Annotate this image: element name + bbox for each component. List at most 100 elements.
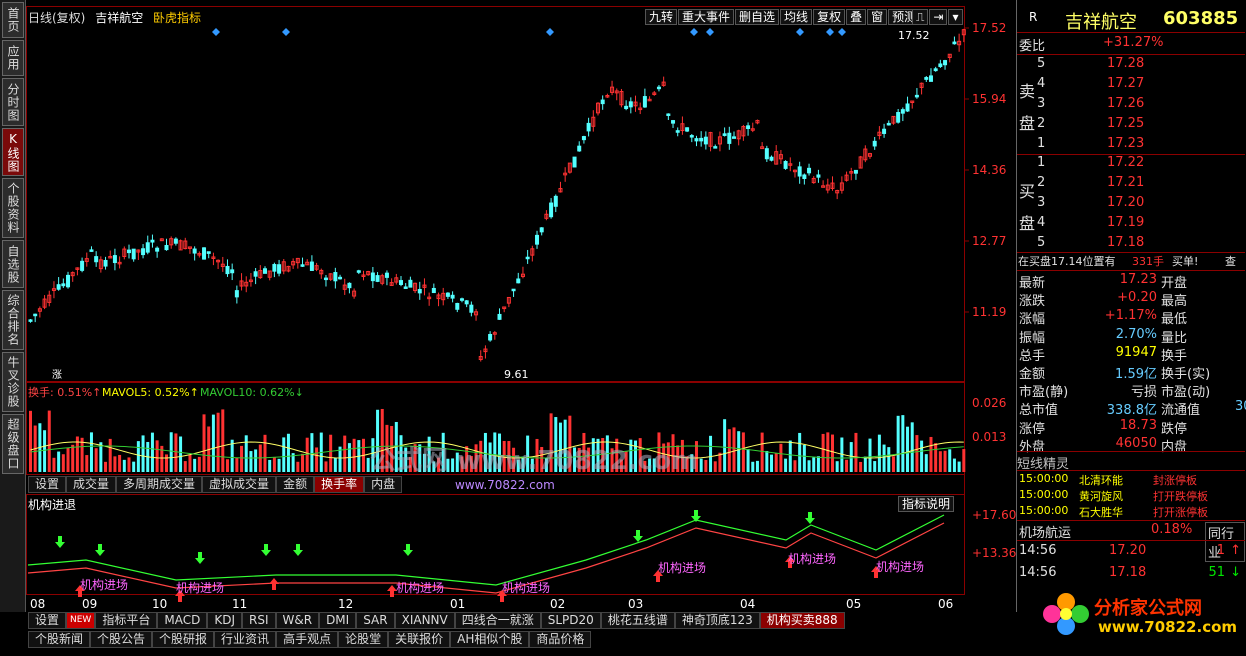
- candle-body: [33, 313, 38, 317]
- tabs3-item-4[interactable]: 高手观点: [276, 631, 339, 648]
- nav-item-0[interactable]: 首页: [2, 2, 24, 38]
- sell-row[interactable]: 1 17.23: [1017, 136, 1245, 154]
- sell-row[interactable]: 2 17.25: [1017, 116, 1245, 134]
- tabs1-item-0[interactable]: 设置: [28, 476, 67, 493]
- quote-row: 最新 17.23 开盘: [1017, 272, 1245, 291]
- nav-item-1[interactable]: 应用: [2, 40, 24, 76]
- short-row[interactable]: 15:00:00 黄河旋风 打开跌停板: [1017, 488, 1245, 504]
- tabs2-item-10[interactable]: SLPD20: [540, 612, 601, 629]
- tabs2-item-8[interactable]: XIANNV: [394, 612, 455, 629]
- tabs3-item-3[interactable]: 行业资讯: [214, 631, 277, 648]
- tabs2-item-7[interactable]: SAR: [356, 612, 395, 629]
- tabs2-item-12[interactable]: 神奇顶底123: [674, 612, 760, 629]
- quote-right-label: 最高: [1161, 294, 1188, 310]
- nav-item-3[interactable]: K线图: [2, 128, 24, 176]
- x-axis-month: 12: [338, 597, 353, 611]
- tabs2-item-0[interactable]: 设置: [28, 612, 67, 629]
- nav-item-7[interactable]: 牛叉诊股: [2, 352, 24, 412]
- jigou-axis-label: +17.60: [972, 508, 1016, 522]
- buy-row[interactable]: 2 17.21: [1017, 175, 1245, 193]
- info-tabs: 个股新闻 个股公告 个股研报 行业资讯 高手观点 论股堂 关联报价 AH相似个股 商品价格: [28, 631, 592, 648]
- tabs3-item-5[interactable]: 论股堂: [338, 631, 389, 648]
- volume-bar: [882, 444, 886, 472]
- volume-bar: [57, 451, 61, 472]
- buy-price: 17.18: [1107, 235, 1145, 250]
- short-name: 石大胜华: [1079, 506, 1123, 519]
- tabs1-item-6[interactable]: 内盘: [364, 476, 403, 493]
- buy-row[interactable]: 5 17.18: [1017, 235, 1245, 253]
- sell-row[interactable]: 5 17.28: [1017, 56, 1245, 74]
- nav-item-8[interactable]: 超级盘口: [2, 414, 24, 474]
- tabs2-item-6[interactable]: DMI: [319, 612, 357, 629]
- volume-bar: [868, 438, 872, 472]
- candle-body: [764, 148, 769, 160]
- tabs3-item-8[interactable]: 商品价格: [529, 631, 592, 648]
- tabs2-item-13[interactable]: 机构买卖888: [759, 612, 845, 629]
- tabs1-item-5[interactable]: 换手率: [314, 476, 365, 493]
- zaimai-check-button[interactable]: 查: [1225, 253, 1236, 269]
- volume-bar: [765, 450, 769, 472]
- candle-body: [445, 292, 450, 297]
- nav-item-4[interactable]: 个股资料: [2, 178, 24, 238]
- short-row[interactable]: 15:00:00 石大胜华 打开涨停板: [1017, 504, 1245, 520]
- quote-label: 金额: [1019, 367, 1046, 382]
- volume-bar: [282, 437, 286, 472]
- candle-body: [263, 268, 267, 274]
- volume-bar: [755, 460, 759, 472]
- industry-name[interactable]: 机场航运: [1019, 522, 1071, 541]
- jigou-entry-label: 机构进场: [396, 580, 444, 595]
- tick-vol: 1: [1216, 543, 1225, 558]
- volume-bar: [770, 454, 774, 472]
- tabs2-item-2[interactable]: MACD: [157, 612, 208, 629]
- quote-title-row: R 吉祥航空 603885: [1017, 8, 1245, 33]
- indicator-help-button[interactable]: 指标说明: [898, 496, 955, 512]
- tabs1-item-2[interactable]: 多周期成交量: [116, 476, 203, 493]
- tabs3-item-0[interactable]: 个股新闻: [28, 631, 91, 648]
- nav-item-6[interactable]: 综合排名: [2, 290, 24, 350]
- candle-body: [900, 109, 905, 114]
- tabs3-item-2[interactable]: 个股研报: [152, 631, 215, 648]
- tabs1-item-4[interactable]: 金额: [276, 476, 315, 493]
- tabs2-item-4[interactable]: RSI: [242, 612, 276, 629]
- stock-code: 603885: [1163, 8, 1239, 29]
- tabs3-item-6[interactable]: 关联报价: [388, 631, 451, 648]
- volume-bar: [71, 444, 75, 472]
- volume-bar: [230, 439, 234, 472]
- candle-body: [131, 248, 136, 260]
- quote-label: 涨幅: [1019, 312, 1046, 328]
- volume-bar: [225, 459, 229, 472]
- kline-chart[interactable]: 17.52 15.94 14.36 12.77 11.19 17.52 9.61 涨换手: 0…: [26, 0, 1016, 612]
- buy-row[interactable]: 3 17.20: [1017, 195, 1245, 213]
- buy-row[interactable]: 4 17.19: [1017, 215, 1245, 233]
- tabs2-item-9[interactable]: 四线合一就涨: [454, 612, 541, 629]
- buy-price: 17.21: [1107, 175, 1145, 190]
- short-name: 黄河旋风: [1079, 490, 1123, 503]
- nav-item-5[interactable]: 自选股: [2, 240, 24, 288]
- short-title[interactable]: 短线精灵: [1017, 453, 1245, 472]
- candle-body: [164, 244, 169, 251]
- volume-bar: [118, 454, 122, 472]
- tabs2-item-5[interactable]: W&R: [275, 612, 320, 629]
- tabs2-item-11[interactable]: 桃花五线谱: [600, 612, 675, 629]
- tabs1-item-3[interactable]: 虚拟成交量: [202, 476, 277, 493]
- tabs3-item-1[interactable]: 个股公告: [90, 631, 153, 648]
- candle-body: [173, 238, 178, 244]
- sell-level: 1: [1037, 136, 1046, 151]
- nav-item-2[interactable]: 分时图: [2, 78, 24, 126]
- tabs3-item-7[interactable]: AH相似个股: [450, 631, 530, 648]
- candle-body: [370, 272, 375, 282]
- quote-row: 涨停 18.73 跌停: [1017, 418, 1245, 437]
- volume-bar: [793, 460, 797, 472]
- candle-body: [253, 271, 258, 277]
- tabs1-item-1[interactable]: 成交量: [66, 476, 117, 493]
- sell-row[interactable]: 4 17.27: [1017, 76, 1245, 94]
- volume-bar: [333, 457, 337, 472]
- tabs2-item-1[interactable]: 指标平台: [95, 612, 158, 629]
- jigou-entry-label: 机构进场: [502, 580, 550, 595]
- sell-row[interactable]: 3 17.26: [1017, 96, 1245, 114]
- tabs2-item-3[interactable]: KDJ: [207, 612, 242, 629]
- buy-row[interactable]: 1 17.22: [1017, 155, 1245, 173]
- volume-bar: [784, 458, 788, 472]
- quote-value: +1.17%: [1104, 308, 1157, 324]
- short-row[interactable]: 15:00:00 北清环能 封涨停板: [1017, 472, 1245, 488]
